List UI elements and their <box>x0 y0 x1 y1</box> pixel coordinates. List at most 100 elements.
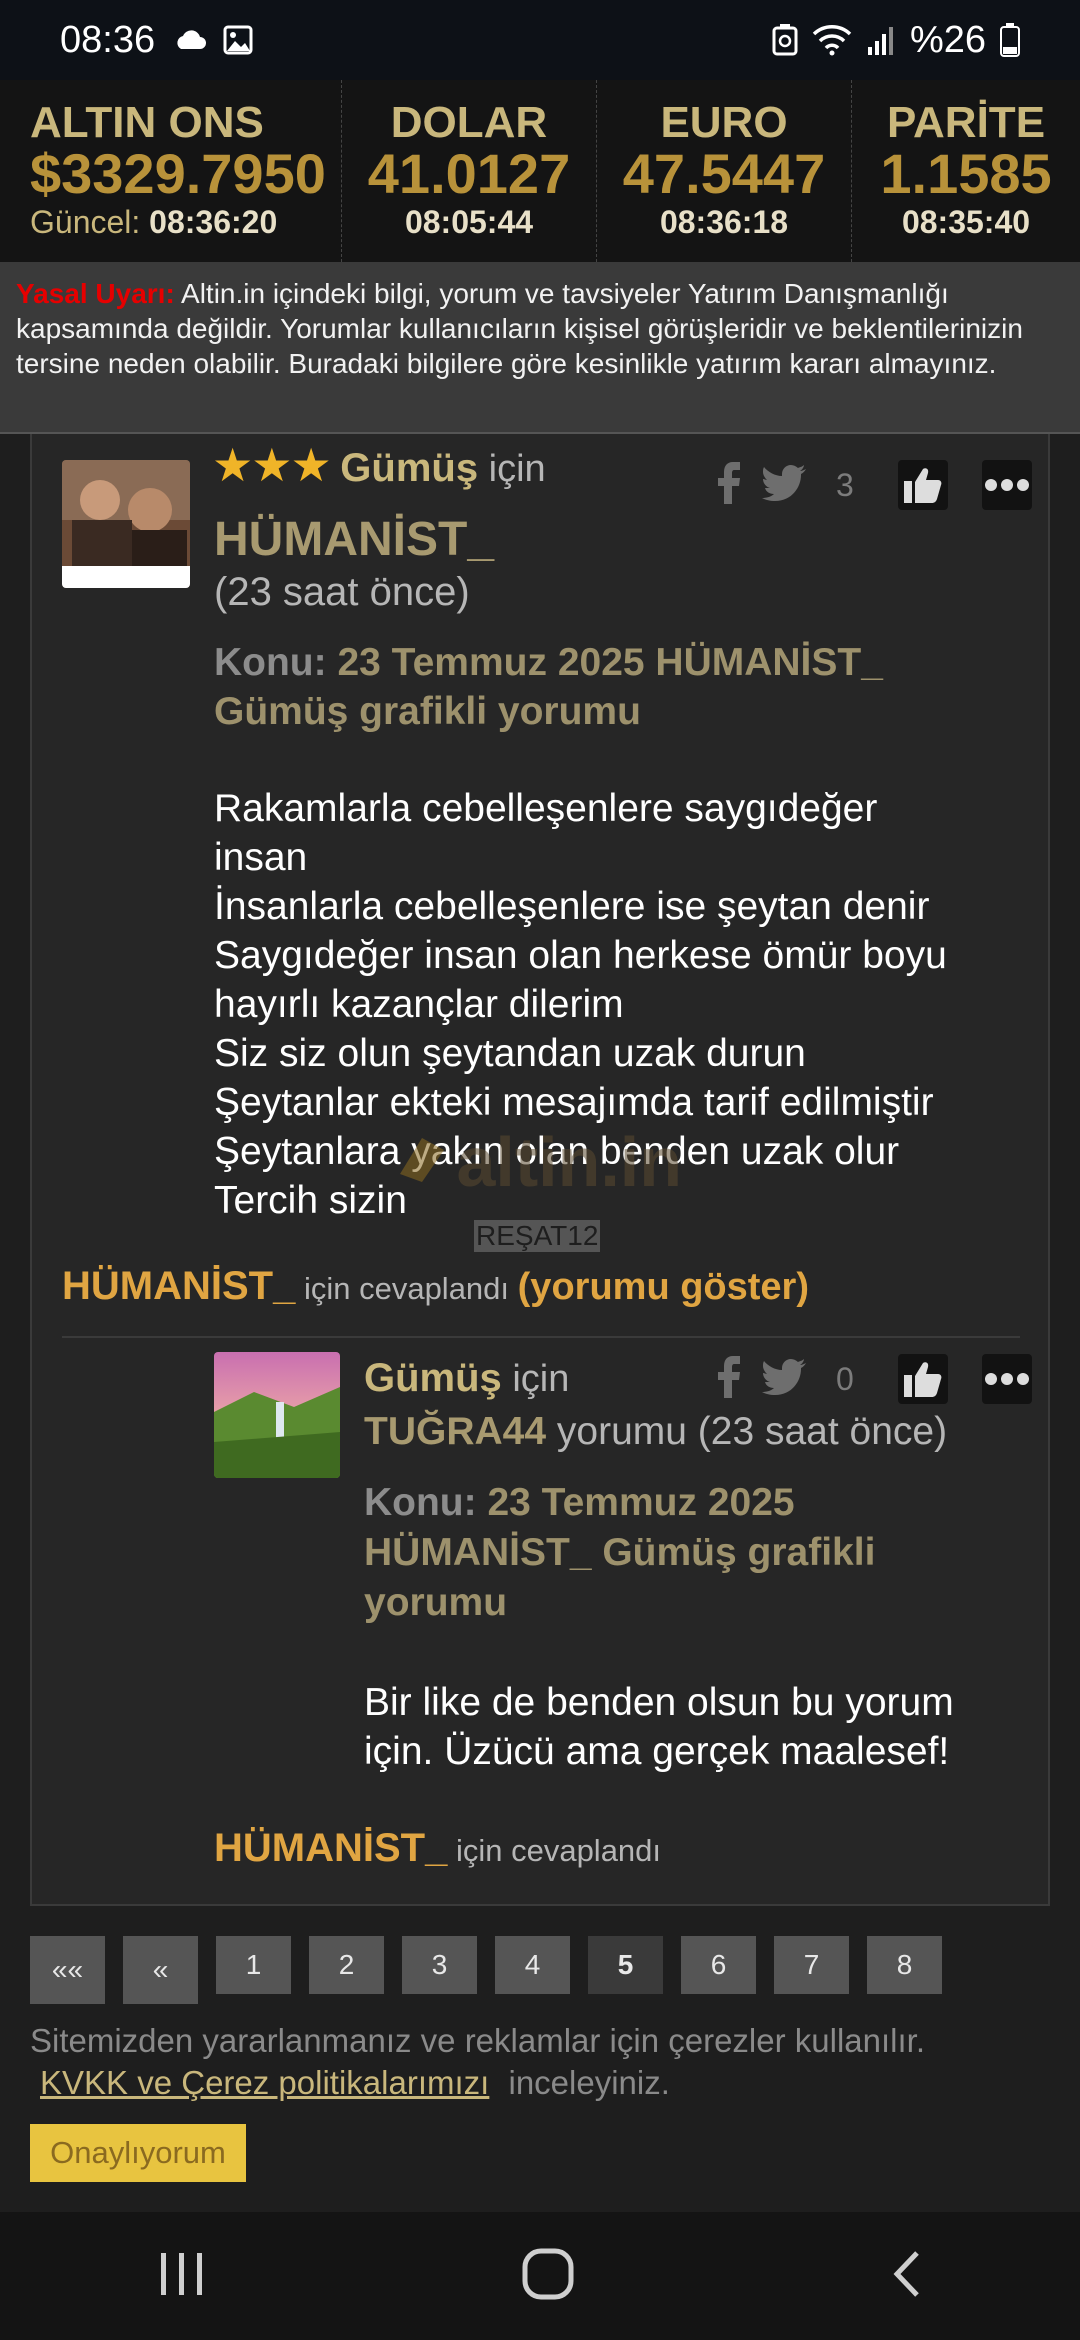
reply-text: için cevaplandı <box>447 1833 662 1868</box>
page-button[interactable]: 3 <box>402 1936 477 1994</box>
like-count: 0 <box>836 1360 854 1397</box>
like-button[interactable] <box>897 460 948 510</box>
subject-label: Konu: <box>364 1481 477 1524</box>
reply-text: için cevaplandı <box>295 1271 518 1306</box>
body-line: İnsanlarla cebelleşenlere ise şeytan den… <box>214 885 930 928</box>
comment-header: Gümüş için <box>364 1356 764 1401</box>
body-line: Rakamlarla cebelleşenlere saygıdeğer <box>214 787 878 830</box>
twitter-icon[interactable] <box>762 464 806 506</box>
status-time: 08:36 <box>60 18 156 61</box>
page-button[interactable]: 2 <box>309 1936 384 1994</box>
body-line: için. Üzücü ama gerçek maalesef! <box>364 1730 950 1773</box>
like-button[interactable] <box>897 1354 948 1404</box>
page-button[interactable]: 6 <box>681 1936 756 1994</box>
ticker-time: 08:36:18 <box>659 203 789 240</box>
warning-label: Yasal Uyarı: <box>16 278 175 309</box>
body-line: Siz siz olun şeytandan uzak durun <box>214 1032 806 1075</box>
accept-cookies-button[interactable]: Onaylıyorum <box>30 2124 246 2182</box>
more-options-icon[interactable] <box>981 1354 1032 1404</box>
legal-warning: Yasal Uyarı: Altin.in içindeki bilgi, yo… <box>0 262 1080 434</box>
stars-rating: ★★★ <box>212 439 332 491</box>
ticker-update: Güncel: 08:36:20 <box>30 204 277 241</box>
watermark-text: altin.in <box>456 1123 683 1201</box>
page-button[interactable]: 1 <box>216 1936 291 1994</box>
comment-time: yorumu (23 saat önce) <box>556 1410 948 1453</box>
home-icon[interactable] <box>521 2247 575 2306</box>
ticker-time: 08:36:20 <box>149 203 278 240</box>
ticker-time: 08:05:44 <box>404 203 534 240</box>
cookie-notice: Sitemizden yararlanmanız ve reklamlar iç… <box>30 2020 1050 2104</box>
page-button[interactable]: 4 <box>495 1936 570 1994</box>
recent-apps-icon[interactable] <box>157 2251 207 2302</box>
user-avatar[interactable] <box>214 1352 340 1478</box>
signal-icon <box>866 25 896 55</box>
page-button[interactable]: 8 <box>867 1936 942 1994</box>
ticker-name: EURO <box>660 98 788 148</box>
comment-body: Bir like de benden olsun bu yorum için. … <box>364 1678 1044 1776</box>
ticker-time-label: Güncel: <box>30 203 141 240</box>
facebook-icon[interactable] <box>718 1355 742 1403</box>
twitter-icon[interactable] <box>762 1358 806 1400</box>
ticker-dollar[interactable]: DOLAR 41.0127 08:05:44 <box>342 80 597 262</box>
ticker-name: DOLAR <box>390 98 548 148</box>
facebook-icon[interactable] <box>718 461 742 509</box>
back-icon[interactable] <box>889 2249 923 2304</box>
show-comment-link[interactable]: (yorumu göster) <box>518 1266 809 1308</box>
comment-username[interactable]: TUĞRA44 <box>364 1410 546 1453</box>
prev-page-button[interactable]: « <box>123 1936 198 2004</box>
first-page-button[interactable]: «« <box>30 1936 105 2004</box>
comment-actions: 0 <box>718 1354 1032 1404</box>
user-avatar[interactable] <box>62 460 190 588</box>
watermark-logo-icon <box>392 1130 452 1195</box>
comment-subject[interactable]: Konu: 23 Temmuz 2025 HÜMANİST_ Gümüş gra… <box>214 638 883 736</box>
image-icon <box>223 25 253 55</box>
ticker-price: 41.0127 <box>367 142 571 206</box>
divider <box>62 1336 1020 1338</box>
reply-user[interactable]: HÜMANİST_ <box>62 1264 295 1308</box>
page-button[interactable]: 7 <box>774 1936 849 1994</box>
reply-user[interactable]: HÜMANİST_ <box>214 1826 447 1870</box>
subject-line: HÜMANİST_ Gümüş grafikli <box>364 1531 876 1574</box>
comment-subject[interactable]: Konu: 23 Temmuz 2025 HÜMANİST_ Gümüş gra… <box>364 1478 875 1628</box>
ticker-euro[interactable]: EURO 47.5447 08:36:18 <box>597 80 852 262</box>
ticker-name: PARİTE <box>886 98 1046 148</box>
comment-username[interactable]: HÜMANİST_ <box>214 512 494 567</box>
for-word: için <box>512 1358 570 1400</box>
cookie-text-2: inceleyiniz. <box>508 2064 670 2101</box>
status-bar: 08:36 %26 <box>0 0 1080 80</box>
comments-panel: ★★★ Gümüş için HÜMANİST_ (23 saat önce) … <box>30 434 1050 1906</box>
body-line: Şeytanlar ekteki mesajımda tarif edilmiş… <box>214 1081 934 1124</box>
pagination: «« « 1 2 3 4 5 6 7 8 <box>30 1936 942 2004</box>
page-button-current[interactable]: 5 <box>588 1936 663 1994</box>
comment-asset[interactable]: Gümüş <box>364 1356 502 1400</box>
battery-text: %26 <box>909 18 986 61</box>
cookie-text: Sitemizden yararlanmanız ve reklamlar iç… <box>30 2022 925 2059</box>
body-line: Bir like de benden olsun bu yorum <box>364 1681 954 1724</box>
kvkk-link[interactable]: KVKK ve Çerez politikalarımızı <box>40 2064 489 2101</box>
system-nav-bar <box>0 2212 1080 2340</box>
comment-asset[interactable]: Gümüş <box>340 446 478 490</box>
cloud-icon <box>173 29 207 51</box>
comment-actions: 3 <box>718 460 1032 510</box>
ticker-price: 1.1585 <box>880 142 1052 206</box>
subject-label: Konu: <box>214 641 327 684</box>
ticker-time: 08:35:40 <box>901 203 1031 240</box>
more-options-icon[interactable] <box>981 460 1032 510</box>
comment-user-line: TUĞRA44 yorumu (23 saat önce) <box>364 1410 947 1454</box>
price-ticker: ALTIN ONS $3329.7950 Güncel: 08:36:20 DO… <box>0 80 1080 262</box>
ticker-price: 47.5447 <box>622 142 826 206</box>
comment-header: ★★★ Gümüş için <box>212 438 752 492</box>
wifi-icon <box>812 24 852 56</box>
subject-line: 23 Temmuz 2025 <box>487 1481 795 1524</box>
ticker-parity[interactable]: PARİTE 1.1585 08:35:40 <box>852 80 1080 262</box>
image-watermark: altin.in <box>392 1122 682 1202</box>
reply-notice: HÜMANİST_ için cevaplandı (yorumu göster… <box>62 1264 809 1309</box>
ticker-gold-ons[interactable]: ALTIN ONS $3329.7950 Güncel: 08:36:20 <box>0 80 342 262</box>
subject-line: Gümüş grafikli yorumu <box>214 690 641 733</box>
watermark-user: REŞAT12 <box>474 1220 601 1252</box>
for-word: için <box>488 448 546 490</box>
battery-icon <box>1000 23 1020 57</box>
recycle-icon <box>772 24 798 56</box>
body-line: insan <box>214 836 308 879</box>
subject-line: 23 Temmuz 2025 HÜMANİST_ <box>337 641 883 684</box>
